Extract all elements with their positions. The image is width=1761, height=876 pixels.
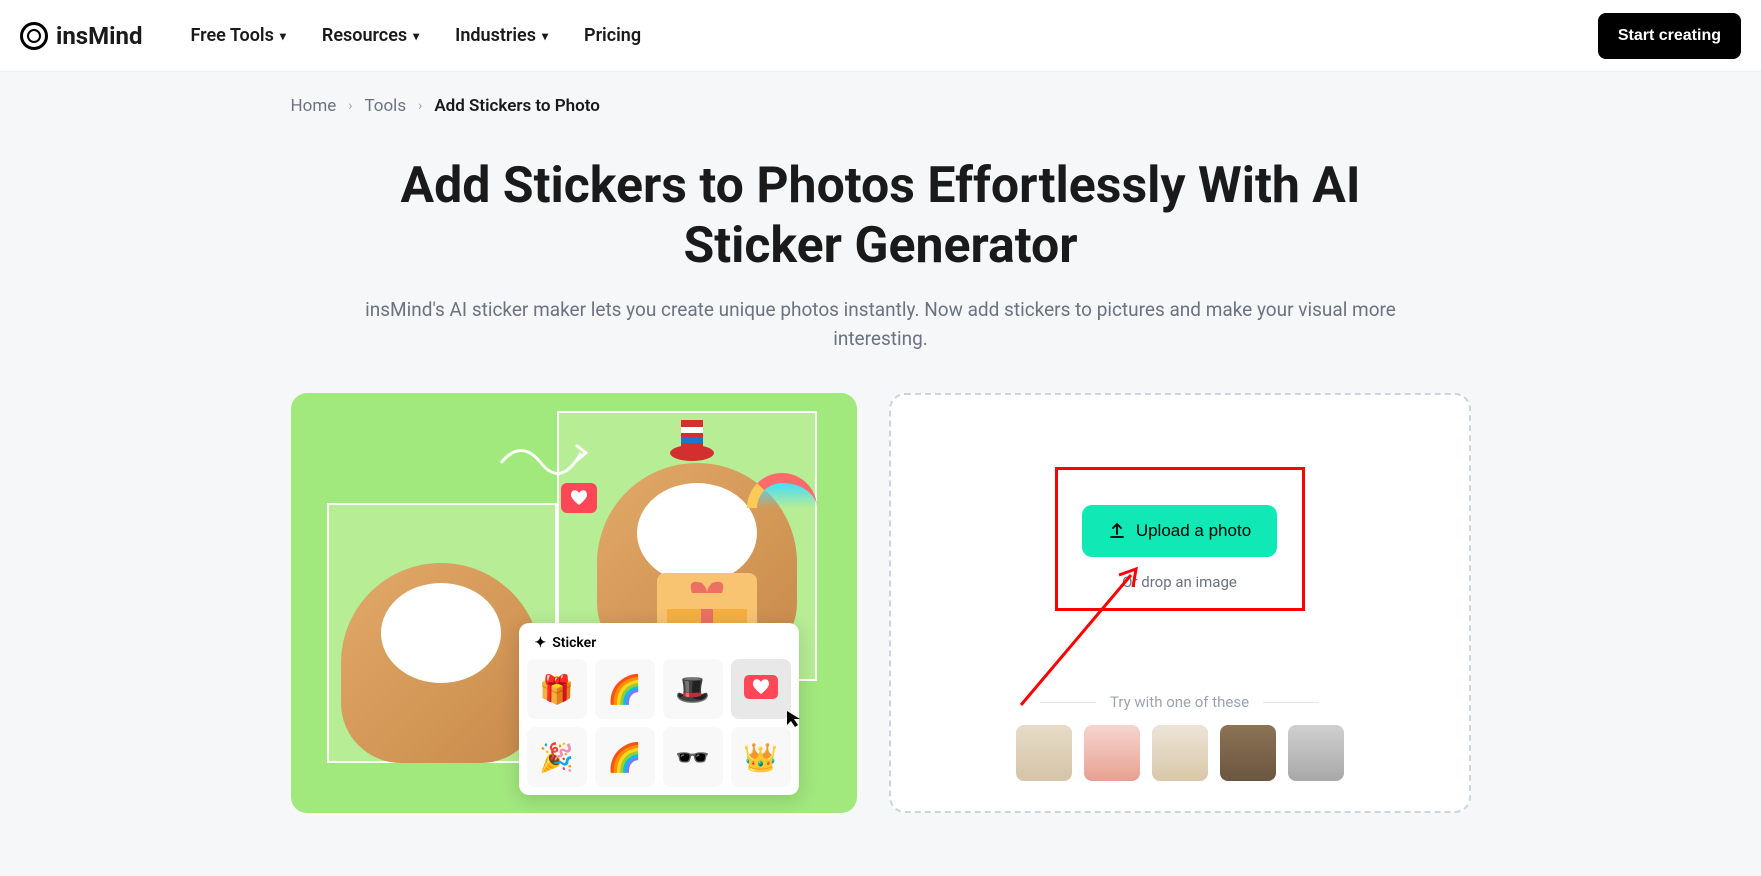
- nav-free-tools[interactable]: Free Tools ▾: [190, 25, 285, 46]
- sticker-hat[interactable]: 🎩: [663, 659, 723, 719]
- breadcrumb-current: Add Stickers to Photo: [434, 96, 600, 116]
- breadcrumb: Home › Tools › Add Stickers to Photo: [291, 96, 1471, 116]
- panels-row: ✦ Sticker 🎁 🌈 🎩 🎉 🌈 🕶️ 👑: [291, 393, 1471, 813]
- samples-row: [1016, 725, 1344, 781]
- chevron-down-icon: ▾: [542, 29, 548, 43]
- nav-label: Free Tools: [190, 25, 273, 46]
- page-title: Add Stickers to Photos Effortlessly With…: [381, 156, 1381, 276]
- sample-thumb-1[interactable]: [1016, 725, 1072, 781]
- chevron-right-icon: ›: [348, 98, 352, 114]
- page-subtitle: insMind's AI sticker maker lets you crea…: [351, 296, 1411, 353]
- nav-label: Pricing: [584, 25, 641, 46]
- start-creating-button[interactable]: Start creating: [1598, 13, 1741, 59]
- nav-industries[interactable]: Industries ▾: [455, 25, 548, 46]
- sample-thumb-3[interactable]: [1152, 725, 1208, 781]
- chevron-right-icon: ›: [418, 98, 422, 114]
- nav-label: Resources: [322, 25, 407, 46]
- sticker-glasses[interactable]: 🕶️: [663, 727, 723, 787]
- sample-thumb-2[interactable]: [1084, 725, 1140, 781]
- logo[interactable]: insMind: [20, 22, 142, 50]
- logo-icon: [20, 22, 48, 50]
- sticker-rainbow[interactable]: 🌈: [595, 659, 655, 719]
- samples-section: Try with one of these: [921, 693, 1439, 781]
- breadcrumb-home[interactable]: Home: [291, 96, 337, 116]
- page-container: Home › Tools › Add Stickers to Photo Add…: [131, 72, 1631, 853]
- sticker-popup: ✦ Sticker 🎁 🌈 🎩 🎉 🌈 🕶️ 👑: [519, 623, 799, 795]
- upload-panel[interactable]: Upload a photo Or drop an image Try with…: [889, 393, 1471, 813]
- nav-pricing[interactable]: Pricing: [584, 25, 641, 46]
- demo-panel: ✦ Sticker 🎁 🌈 🎩 🎉 🌈 🕶️ 👑: [291, 393, 857, 813]
- chevron-down-icon: ▾: [413, 29, 419, 43]
- nav-label: Industries: [455, 25, 536, 46]
- main-nav: Free Tools ▾ Resources ▾ Industries ▾ Pr…: [190, 25, 641, 46]
- nav-resources[interactable]: Resources ▾: [322, 25, 419, 46]
- sticker-rainbow-alt[interactable]: 🌈: [595, 727, 655, 787]
- sticker-crown[interactable]: 👑: [731, 727, 791, 787]
- chevron-down-icon: ▾: [280, 29, 286, 43]
- hat-sticker-icon: [667, 415, 717, 465]
- sticker-heart[interactable]: [731, 659, 791, 719]
- heart-bubble-icon: [561, 483, 597, 513]
- sticker-gift[interactable]: 🎁: [527, 659, 587, 719]
- sparkle-icon: ✦: [535, 635, 547, 651]
- sticker-confetti[interactable]: 🎉: [527, 727, 587, 787]
- samples-label: Try with one of these: [1110, 693, 1249, 711]
- annotation-arrow-icon: [1011, 555, 1151, 715]
- popup-header: ✦ Sticker: [527, 631, 791, 659]
- sample-thumb-5[interactable]: [1288, 725, 1344, 781]
- cursor-icon: [785, 709, 805, 729]
- site-header: insMind Free Tools ▾ Resources ▾ Industr…: [0, 0, 1761, 72]
- logo-text: insMind: [56, 22, 142, 50]
- sample-thumb-4[interactable]: [1220, 725, 1276, 781]
- breadcrumb-tools[interactable]: Tools: [364, 96, 406, 116]
- dog-image-before: [341, 563, 541, 763]
- popup-title: Sticker: [552, 635, 596, 651]
- sticker-grid: 🎁 🌈 🎩 🎉 🌈 🕶️ 👑: [527, 659, 791, 787]
